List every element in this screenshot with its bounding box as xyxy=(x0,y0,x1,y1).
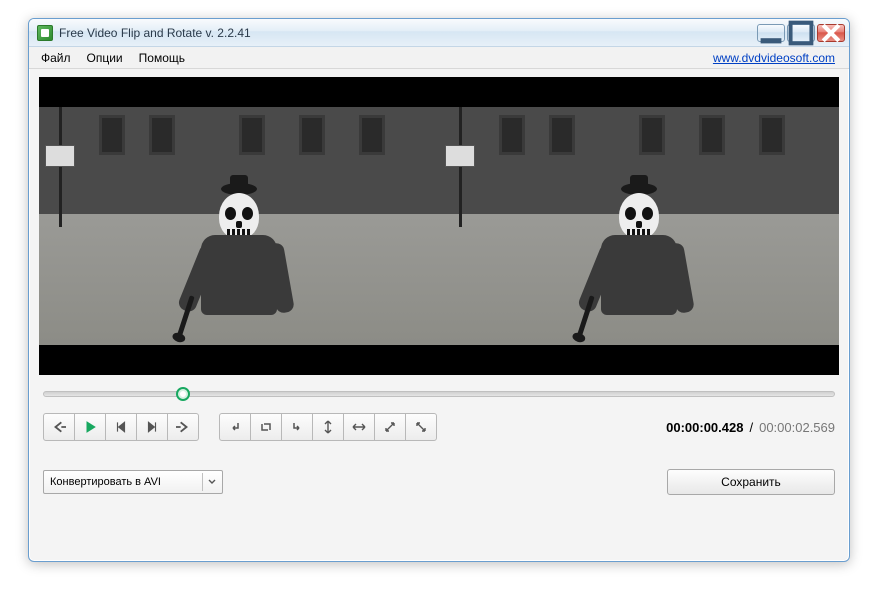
flip-vertical-button[interactable] xyxy=(312,413,344,441)
timeline-slider[interactable] xyxy=(43,391,835,397)
chevron-down-icon xyxy=(202,473,220,491)
maximize-button[interactable] xyxy=(787,24,815,42)
rotate-180-button[interactable] xyxy=(250,413,282,441)
window-title: Free Video Flip and Rotate v. 2.2.41 xyxy=(59,26,757,40)
timeline-slider-row xyxy=(29,381,849,403)
controls-row: 00:00:00.428 / 00:00:02.569 xyxy=(29,403,849,449)
play-button[interactable] xyxy=(74,413,106,441)
skip-forward-button[interactable] xyxy=(136,413,168,441)
app-window: Free Video Flip and Rotate v. 2.2.41 Фай… xyxy=(28,18,850,562)
timeline-thumb[interactable] xyxy=(176,387,190,401)
time-separator: / xyxy=(749,420,753,435)
save-button[interactable]: Сохранить xyxy=(667,469,835,495)
menu-file[interactable]: Файл xyxy=(33,49,79,67)
video-pane-original xyxy=(39,77,439,375)
app-icon xyxy=(37,25,53,41)
titlebar[interactable]: Free Video Flip and Rotate v. 2.2.41 xyxy=(29,19,849,47)
minimize-button[interactable] xyxy=(757,24,785,42)
flip-diagonal-2-button[interactable] xyxy=(405,413,437,441)
time-total: 00:00:02.569 xyxy=(759,420,835,435)
video-preview-area xyxy=(39,77,839,375)
menu-options[interactable]: Опции xyxy=(79,49,131,67)
playback-controls xyxy=(43,413,199,441)
time-display: 00:00:00.428 / 00:00:02.569 xyxy=(666,420,835,435)
flip-diagonal-1-button[interactable] xyxy=(374,413,406,441)
rotate-cw-90-button[interactable] xyxy=(281,413,313,441)
skip-back-button[interactable] xyxy=(105,413,137,441)
save-button-label: Сохранить xyxy=(721,475,781,489)
menu-help[interactable]: Помощь xyxy=(131,49,193,67)
close-button[interactable] xyxy=(817,24,845,42)
next-frame-button[interactable] xyxy=(167,413,199,441)
transform-controls xyxy=(219,413,437,441)
time-current: 00:00:00.428 xyxy=(666,420,743,435)
menubar: Файл Опции Помощь www.dvdvideosoft.com xyxy=(29,47,849,69)
format-select[interactable]: Конвертировать в AVI xyxy=(43,470,223,494)
website-link[interactable]: www.dvdvideosoft.com xyxy=(713,51,845,65)
flip-horizontal-button[interactable] xyxy=(343,413,375,441)
video-pane-result xyxy=(439,77,839,375)
rotate-ccw-90-button[interactable] xyxy=(219,413,251,441)
window-controls xyxy=(757,24,845,42)
prev-frame-button[interactable] xyxy=(43,413,75,441)
bottom-row: Конвертировать в AVI Сохранить xyxy=(29,449,849,505)
format-selected-label: Конвертировать в AVI xyxy=(50,476,161,488)
